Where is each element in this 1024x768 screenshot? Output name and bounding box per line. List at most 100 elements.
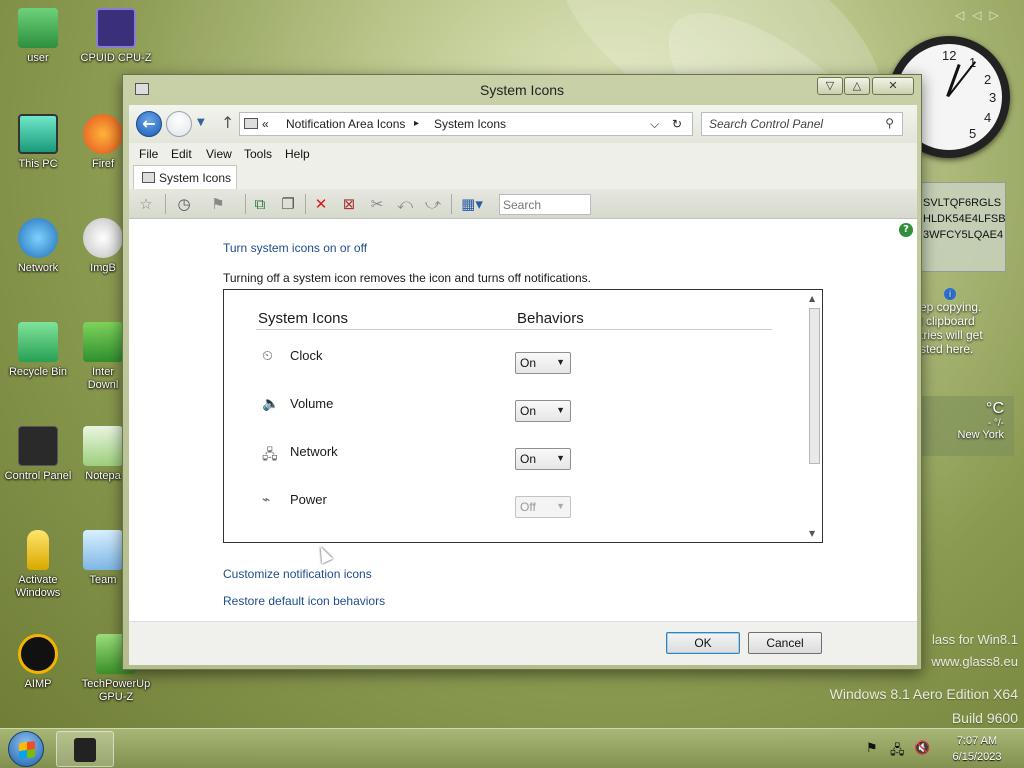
address-dropdown[interactable]: ⌵ bbox=[650, 117, 659, 132]
copy-to-icon[interactable]: ❐ bbox=[277, 194, 299, 214]
desktop-icon-label: ImgB bbox=[90, 262, 116, 274]
scroll-down-arrow-icon[interactable]: ▼ bbox=[809, 529, 815, 538]
desktop-icon-label: This PC bbox=[18, 158, 58, 170]
properties-icon[interactable]: ⚑ bbox=[203, 194, 233, 214]
menu-view[interactable]: View bbox=[206, 147, 232, 161]
tab-system-icons[interactable]: System Icons bbox=[133, 165, 237, 189]
action-center-flag-icon[interactable]: ⚑ bbox=[866, 741, 878, 756]
favorites-star-icon[interactable]: ☆ bbox=[135, 194, 157, 214]
toolbar-search-placeholder: Search bbox=[503, 198, 542, 212]
desktop-icon-imgburn[interactable]: ImgB bbox=[80, 218, 126, 275]
menu-file[interactable]: File bbox=[139, 147, 158, 161]
column-header-behaviors: Behaviors bbox=[517, 310, 584, 327]
breadcrumb-notification-area-icons[interactable]: Notification Area Icons bbox=[286, 117, 405, 131]
scroll-up-arrow-icon[interactable]: ▲ bbox=[809, 294, 815, 303]
clip-line: sted here. bbox=[920, 342, 974, 356]
search-icon[interactable]: ⚲ bbox=[885, 116, 894, 130]
up-button[interactable]: ↑ bbox=[221, 113, 234, 132]
desktop-icon-activate-windows[interactable]: Activate Windows bbox=[2, 530, 74, 600]
volume-behavior-select[interactable]: On ▼ bbox=[515, 400, 571, 422]
tray-clock[interactable]: 7:07 AM 6/15/2023 bbox=[944, 733, 1010, 765]
ok-button[interactable]: OK bbox=[666, 632, 740, 654]
title-bar[interactable]: System Icons ▽ △ ✕ bbox=[123, 75, 921, 105]
tab-row: System Icons bbox=[129, 165, 917, 189]
toolbar-search-input[interactable]: Search bbox=[499, 194, 591, 215]
watermark-line: www.glass8.eu bbox=[931, 654, 1018, 669]
clock-behavior-select[interactable]: On ▼ bbox=[515, 352, 571, 374]
desktop-icon-network[interactable]: Network bbox=[2, 218, 74, 275]
refresh-icon[interactable]: ↻ bbox=[672, 117, 682, 131]
notepad-icon bbox=[83, 426, 123, 466]
row-label-clock: Clock bbox=[290, 348, 323, 363]
address-overflow[interactable]: « bbox=[262, 117, 269, 131]
desktop-icon-user[interactable]: user bbox=[2, 8, 74, 65]
delete-icon[interactable]: ✕ bbox=[309, 194, 333, 214]
start-button[interactable] bbox=[8, 731, 44, 767]
recent-pages-dropdown[interactable]: ▼ bbox=[197, 117, 205, 128]
turn-system-icons-link[interactable]: Turn system icons on or off bbox=[223, 241, 367, 255]
desktop-icon-teamviewer[interactable]: Team bbox=[80, 530, 126, 587]
restore-default-behaviors-link[interactable]: Restore default icon behaviors bbox=[223, 594, 385, 608]
move-to-icon[interactable]: ⧉ bbox=[249, 194, 271, 214]
row-label-power: Power bbox=[290, 492, 327, 507]
view-options-icon[interactable]: ▦▾ bbox=[455, 194, 489, 214]
toolbar-separator bbox=[305, 194, 306, 214]
desktop-icon-notepad[interactable]: Notepa bbox=[80, 426, 126, 483]
aimp-icon bbox=[18, 634, 58, 674]
taskbar-item-control-panel[interactable] bbox=[56, 731, 114, 767]
desktop-icon-label: Notepa bbox=[85, 470, 121, 482]
redo-icon[interactable]: ⤻ bbox=[421, 194, 445, 214]
maximize-button[interactable]: △ bbox=[844, 77, 870, 95]
network-behavior-select[interactable]: On ▼ bbox=[515, 448, 571, 470]
tray-date: 6/15/2023 bbox=[952, 751, 1002, 763]
menu-edit[interactable]: Edit bbox=[171, 147, 192, 161]
minimize-button[interactable]: ▽ bbox=[817, 77, 843, 95]
desktop-icon-control-panel[interactable]: Control Panel bbox=[2, 426, 74, 483]
breadcrumb-system-icons[interactable]: System Icons bbox=[434, 117, 506, 131]
desktop-icon-label: Firef bbox=[92, 158, 114, 170]
chevron-down-icon: ▼ bbox=[556, 405, 565, 415]
search-control-panel-input[interactable]: Search Control Panel ⚲ bbox=[701, 112, 903, 136]
scroll-thumb[interactable] bbox=[809, 308, 820, 464]
gadget-nav-arrows[interactable]: ◁◁▷ bbox=[955, 8, 1007, 22]
menu-help[interactable]: Help bbox=[285, 147, 310, 161]
info-icon: i bbox=[944, 288, 956, 300]
clipboard-gadget: i ep copying. l clipboard tries will get… bbox=[918, 284, 1018, 374]
delete-window-icon[interactable]: ⊠ bbox=[337, 194, 361, 214]
toolbar-separator bbox=[165, 194, 166, 214]
cpu-chip-icon bbox=[96, 8, 136, 48]
list-scrollbar[interactable]: ▲ ▼ bbox=[806, 290, 822, 542]
teamviewer-icon bbox=[83, 530, 123, 570]
desktop-icon-cpuz[interactable]: CPUID CPU-Z bbox=[80, 8, 152, 65]
desktop-icon-aimp[interactable]: AIMP bbox=[2, 634, 74, 691]
network-tray-icon[interactable]: 🖧 bbox=[890, 741, 905, 763]
weather-gadget[interactable]: °C - °/- New York bbox=[918, 396, 1014, 456]
cut-icon[interactable]: ✂ bbox=[365, 194, 389, 214]
header-divider bbox=[256, 329, 772, 330]
clock-number: 3 bbox=[989, 90, 997, 105]
desktop-icon-firefox[interactable]: Firef bbox=[80, 114, 126, 171]
clock-number: 5 bbox=[969, 126, 977, 141]
desktop-icon-label: Team bbox=[89, 574, 117, 586]
cancel-button[interactable]: Cancel bbox=[748, 632, 822, 654]
desktop-icon-label: TechPowerUp GPU-Z bbox=[81, 678, 151, 703]
chevron-down-icon: ▼ bbox=[556, 357, 565, 367]
window-client: ← ▼ ↑ « Notification Area Icons ▸ System… bbox=[129, 105, 917, 665]
desktop-icon-this-pc[interactable]: This PC bbox=[2, 114, 74, 171]
desktop-icon-recycle-bin[interactable]: Recycle Bin bbox=[2, 322, 74, 379]
help-icon[interactable]: ? bbox=[899, 223, 913, 237]
menu-tools[interactable]: Tools bbox=[244, 147, 272, 161]
desktop-icon-idm[interactable]: Inter Downl bbox=[80, 322, 126, 392]
clock-icon: ⏲ bbox=[262, 348, 273, 364]
undo-icon[interactable]: ⤺ bbox=[393, 194, 417, 214]
product-key-gadget: SVLTQF6RGLS HLDK54E4LFSB 3WFCY5LQAE4 bbox=[918, 182, 1006, 272]
back-button[interactable]: ← bbox=[136, 111, 162, 137]
close-button[interactable]: ✕ bbox=[872, 77, 914, 95]
customize-notification-icons-link[interactable]: Customize notification icons bbox=[223, 567, 372, 581]
volume-muted-icon[interactable]: 🔇 bbox=[914, 741, 930, 756]
power-behavior-select: Off ▼ bbox=[515, 496, 571, 518]
breadcrumb-separator[interactable]: ▸ bbox=[414, 118, 419, 129]
forward-button[interactable] bbox=[166, 111, 192, 137]
history-clock-icon[interactable]: ◷ bbox=[171, 194, 197, 214]
address-bar[interactable]: « Notification Area Icons ▸ System Icons… bbox=[239, 112, 693, 136]
